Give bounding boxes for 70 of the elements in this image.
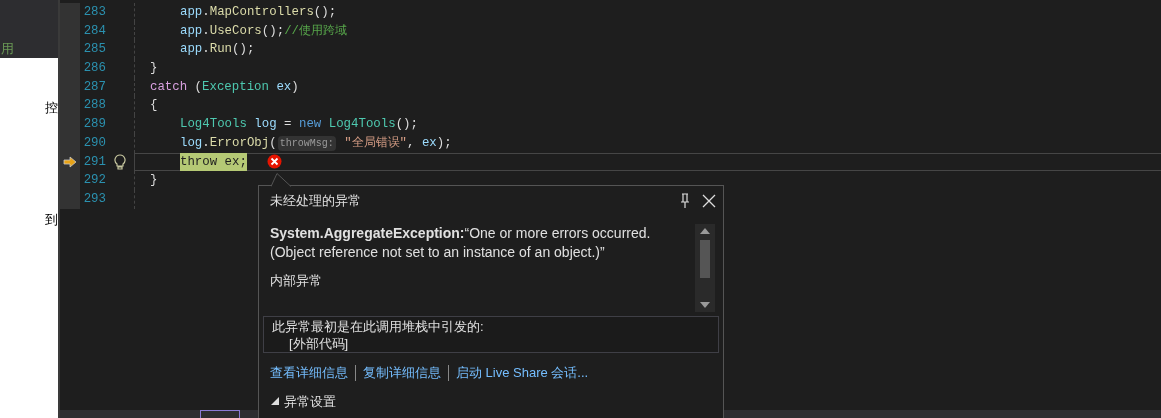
popup-link[interactable]: 查看详细信息 (270, 363, 348, 383)
parameter-hint: throwMsg: (277, 135, 336, 151)
line-number: 283 (82, 4, 106, 22)
lightbulb-icon[interactable] (114, 153, 126, 170)
popup-link[interactable]: 启动 Live Share 会话... (456, 363, 589, 383)
code-token: } (150, 60, 158, 78)
window-text: 到 (45, 210, 58, 229)
error-icon (266, 154, 282, 170)
code-token: (); (261, 22, 285, 40)
code-token: = (283, 116, 293, 134)
close-icon[interactable] (701, 193, 717, 209)
window-text: 控 (45, 99, 58, 117)
code-token: log (253, 116, 277, 134)
code-token: MapControllers (209, 4, 314, 22)
line-number: 286 (82, 60, 106, 78)
code-token: . (202, 134, 210, 152)
line-number: 284 (82, 22, 106, 40)
code-token: , (407, 134, 416, 152)
scrollbar[interactable] (695, 224, 715, 312)
code-token: app (180, 4, 203, 22)
code-token: app (180, 22, 203, 40)
inner-exception-label: 内部异常 (270, 272, 323, 290)
code-token: ( (193, 78, 203, 96)
call-stack-heading: 此异常最初是在此调用堆栈中引发的: (272, 318, 485, 335)
code-token: . (202, 4, 210, 22)
code-token: } (150, 172, 158, 190)
code-token: . (202, 22, 210, 40)
code-token: ( (269, 134, 277, 152)
highlighted-statement: throw ex; (180, 152, 247, 172)
code-token: (); (395, 116, 418, 134)
window-text: 用 (1, 40, 14, 58)
code-token: { (150, 97, 158, 115)
code-token: (); (313, 4, 337, 22)
code-token: UseCors (209, 22, 262, 40)
code-token: ex (421, 134, 437, 152)
scroll-down-icon[interactable] (700, 302, 710, 308)
code-token: Run (209, 41, 233, 59)
code-token: "全局错误" (343, 134, 407, 152)
exception-message: System.AggregateException:“One or more errors occurred. (Object reference not set to an instance of an object.)” (270, 224, 652, 262)
scrollbar-thumb[interactable] (700, 240, 710, 278)
code-token: ex (275, 78, 292, 96)
code-token: Log4Tools (327, 116, 396, 134)
line-number: 288 (82, 97, 106, 115)
code-token: Log4Tools (180, 116, 247, 134)
call-stack-frame: [外部代码] (272, 335, 710, 352)
code-token: new (299, 116, 322, 134)
expander-triangle-icon (271, 397, 279, 406)
execution-arrow-icon (63, 155, 77, 168)
line-number: 292 (82, 172, 106, 190)
line-number: 291 (82, 153, 106, 171)
code-token: ErrorObj (209, 134, 270, 152)
line-number: 285 (82, 41, 106, 59)
code-token: (); (232, 41, 255, 59)
line-number: 289 (82, 116, 106, 134)
code-token: log (180, 134, 203, 152)
popup-link[interactable]: 复制详细信息 (363, 363, 441, 383)
code-token: app (180, 41, 203, 59)
popup-title: 未经处理的异常 (270, 192, 362, 211)
code-token: Exception (202, 78, 269, 96)
exception-settings-expander[interactable]: 异常设置 (259, 391, 723, 411)
code-token: catch (150, 78, 188, 96)
code-token: ) (291, 78, 299, 96)
pin-icon[interactable] (679, 193, 691, 209)
line-number: 290 (82, 134, 106, 152)
scroll-up-icon[interactable] (700, 228, 710, 234)
code-token: . (202, 41, 210, 59)
line-number: 293 (82, 190, 106, 208)
code-token: ); (436, 134, 452, 152)
line-number: 287 (82, 78, 106, 96)
code-comment: //使用跨域 (284, 22, 347, 40)
